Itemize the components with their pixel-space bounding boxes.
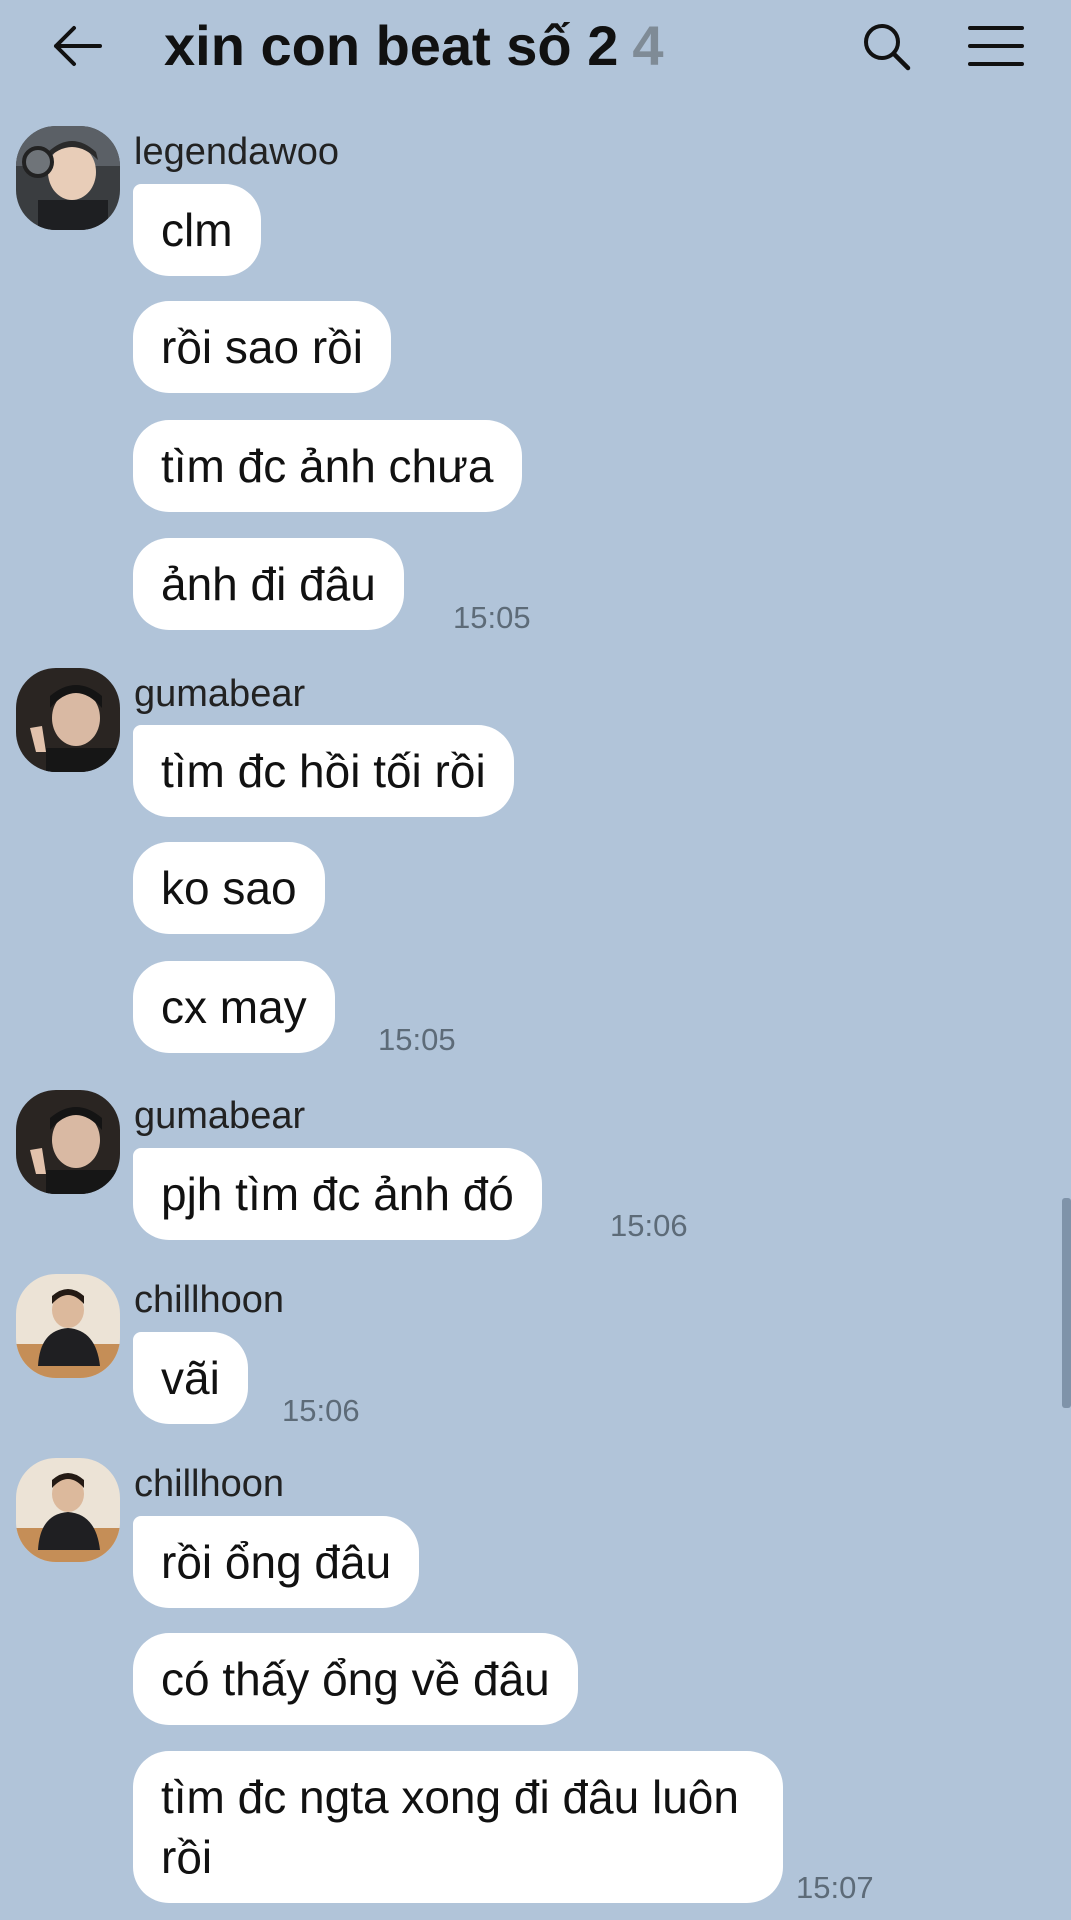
message-time: 15:05 (378, 1022, 456, 1057)
member-count: 4 (632, 14, 664, 77)
message-bubble[interactable]: tìm đc ngta xong đi đâu luôn rồi (133, 1751, 783, 1903)
message-bubble[interactable]: pjh tìm đc ảnh đó (133, 1148, 542, 1240)
sender-name: gumabear (134, 673, 306, 715)
sender-name: chillhoon (134, 1463, 284, 1505)
message-time: 15:06 (610, 1208, 688, 1243)
sender-name: legendawoo (134, 131, 339, 173)
message-bubble[interactable]: cx may (133, 961, 335, 1053)
chat-title: xin con beat số 24 (164, 14, 664, 78)
message-bubble[interactable]: vãi (133, 1332, 248, 1424)
message-bubble[interactable]: có thấy ổng về đâu (133, 1633, 578, 1725)
message-bubble[interactable]: ảnh đi đâu (133, 538, 404, 630)
scrollbar-thumb[interactable] (1062, 1198, 1071, 1408)
menu-icon[interactable] (966, 22, 1026, 70)
arrow-left-icon[interactable] (48, 22, 108, 70)
message-bubble[interactable]: rồi ổng đâu (133, 1516, 420, 1608)
avatar-chillhoon[interactable] (16, 1274, 120, 1378)
avatar-gumabear[interactable] (16, 668, 120, 772)
avatar-gumabear[interactable] (16, 1090, 120, 1194)
avatar-legendawoo[interactable] (16, 126, 120, 230)
avatar-chillhoon[interactable] (16, 1458, 120, 1562)
message-time: 15:06 (282, 1393, 360, 1428)
message-time: 15:07 (796, 1870, 874, 1905)
message-bubble[interactable]: tìm đc ảnh chưa (133, 420, 522, 512)
chat-title-text: xin con beat số 2 (164, 14, 619, 77)
message-bubble[interactable]: rồi sao rồi (133, 301, 391, 393)
message-bubble[interactable]: clm (133, 184, 261, 276)
message-bubble[interactable]: tìm đc hồi tối rồi (133, 725, 514, 817)
message-time: 15:05 (453, 600, 531, 635)
sender-name: gumabear (134, 1095, 306, 1137)
sender-name: chillhoon (134, 1279, 284, 1321)
chat-header: xin con beat số 24 (0, 0, 1071, 100)
message-bubble[interactable]: ko sao (133, 842, 325, 934)
search-icon[interactable] (858, 18, 914, 74)
